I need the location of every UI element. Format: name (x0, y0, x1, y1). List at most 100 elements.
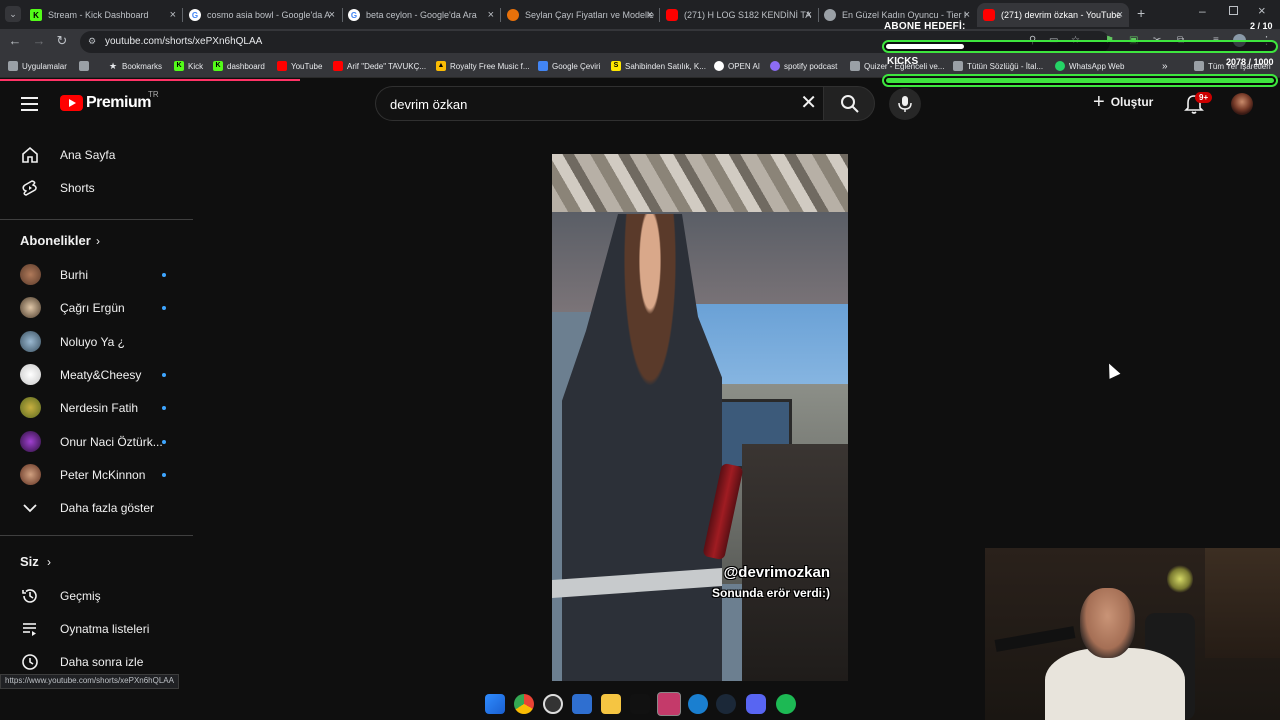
overlay-kicks-count: 2078 / 1000 (1226, 57, 1274, 67)
shorts-video-player[interactable]: @devrimozkan Sonunda erör verdi:) (552, 154, 848, 681)
openai-icon (714, 61, 724, 71)
menu-hamburger-icon[interactable] (21, 97, 38, 115)
notification-count-badge: 9+ (1195, 92, 1213, 103)
chevron-right-icon: › (96, 233, 100, 248)
app-icon[interactable] (572, 694, 592, 714)
sidebar-channel[interactable]: Burhi (0, 258, 193, 291)
close-tab-icon[interactable]: × (806, 9, 812, 21)
more-bookmarks-chevron-icon[interactable]: » (1162, 61, 1168, 72)
browser-tab[interactable]: G cosmo asia bowl - Google'da A × (189, 3, 337, 27)
bookmark-spotify-podcast[interactable]: spotify podcast (770, 61, 837, 71)
bookmark-youtube[interactable]: YouTube (277, 61, 322, 71)
bookmark-folder[interactable]: ★ Bookmarks (108, 61, 162, 71)
create-button[interactable]: + Oluştur (1093, 92, 1153, 112)
sidebar-you-heading[interactable]: Siz › (0, 545, 193, 578)
history-icon (22, 588, 37, 603)
home-icon (22, 146, 38, 163)
bookmark-whatsapp[interactable]: WhatsApp Web (1055, 61, 1124, 71)
bookmark-openai[interactable]: OPEN AI (714, 61, 760, 71)
webcam-streamer-body (1045, 648, 1185, 720)
sidebar-channel[interactable]: Nerdesin Fatih (0, 391, 193, 424)
minimize-button[interactable]: – (1199, 4, 1206, 18)
sidebar-divider (0, 219, 193, 220)
restore-button[interactable] (1229, 6, 1238, 15)
video-caption-text: Sonunda erör verdi:) (711, 586, 830, 600)
obs-icon[interactable] (543, 694, 563, 714)
youtube-play-icon (60, 95, 83, 111)
overlay-goal-progress-fill (886, 44, 964, 49)
sidebar-channel[interactable]: Noluyo Ya ¿ (0, 325, 193, 358)
terminal-icon[interactable] (657, 692, 681, 716)
sidebar-item-history[interactable]: Geçmiş (0, 579, 193, 612)
file-explorer-icon[interactable] (601, 694, 621, 714)
chrome-icon[interactable] (514, 694, 534, 714)
folder-icon (1194, 61, 1204, 71)
bookmark-sahibinden[interactable]: S Sahibinden Satılık, K... (611, 61, 706, 71)
sidebar-show-more[interactable]: Daha fazla göster (0, 491, 193, 524)
bookmark-tutun-sozlugu[interactable]: Tütün Sözlüğü - İtal... (953, 61, 1043, 71)
reload-icon[interactable]: ↻ (52, 33, 72, 49)
windows-start-icon[interactable] (485, 694, 505, 714)
new-content-dot (162, 305, 166, 310)
warning-icon: ▲ (436, 61, 446, 71)
apps-grid-icon (8, 61, 18, 71)
app-icon[interactable] (688, 694, 708, 714)
browser-tab-strip: ⌄ K Stream - Kick Dashboard × G cosmo as… (0, 0, 1280, 29)
forward-icon[interactable]: → (29, 33, 49, 48)
bookmark-dashboard[interactable]: Kdashboard (213, 61, 265, 71)
chevron-right-icon: › (47, 554, 51, 569)
kick-icon: K (213, 61, 223, 71)
search-button[interactable] (823, 86, 875, 121)
sidebar-channel[interactable]: Peter McKinnon (0, 458, 193, 491)
channel-avatar (20, 464, 41, 485)
back-icon[interactable]: ← (5, 33, 25, 48)
browser-tab-active[interactable]: (271) devrim özkan - YouTube × (977, 3, 1129, 27)
close-tab-icon[interactable]: × (488, 9, 494, 21)
close-tab-icon[interactable]: × (170, 9, 176, 21)
overlay-goal-title: ABONE HEDEFİ: (884, 21, 966, 32)
sidebar-channel[interactable]: Meaty&Cheesy (0, 358, 193, 391)
region-code: TR (148, 90, 159, 99)
site-info-icon[interactable]: ⚙ (88, 36, 96, 47)
bookmark-apps[interactable]: Uygulamalar (8, 61, 67, 71)
bookmark-google-translate[interactable]: Google Çeviri (538, 61, 600, 71)
channel-avatar (20, 331, 41, 352)
close-tab-icon[interactable]: × (964, 9, 970, 21)
browser-tab[interactable]: K Stream - Kick Dashboard × (30, 3, 178, 27)
spotify-icon[interactable] (776, 694, 796, 714)
sidebar-item-shorts[interactable]: Shorts (0, 171, 193, 204)
browser-tab[interactable]: Seylan Çayı Fiyatları ve Modelle × (507, 3, 655, 27)
search-input-value: devrim özkan (390, 97, 468, 112)
steam-icon[interactable] (716, 694, 736, 714)
bookmark-royalty-free[interactable]: ▲ Royalty Free Music f... (436, 61, 530, 71)
browser-tab[interactable]: (271) H LOG S182 KENDİNİ TA × (666, 3, 814, 27)
search-input[interactable]: devrim özkan ✕ (375, 86, 823, 121)
sidebar-channel[interactable]: Onur Naci Öztürk... (0, 425, 193, 458)
youtube-premium-logo[interactable]: Premium TR (60, 90, 159, 112)
tab-search-button[interactable]: ⌄ (5, 6, 21, 22)
close-window-button[interactable]: × (1258, 3, 1266, 18)
address-url: youtube.com/shorts/xePXn6hQLAA (105, 36, 263, 47)
voice-search-button[interactable] (889, 88, 921, 120)
sidebar-subscriptions-heading[interactable]: Abonelikler › (0, 224, 193, 257)
clear-search-icon[interactable]: ✕ (800, 92, 817, 114)
overlay-goal-progress-bar (882, 40, 1278, 53)
account-avatar[interactable] (1231, 93, 1253, 115)
sidebar-item-home[interactable]: Ana Sayfa (0, 138, 193, 171)
sidebar-item-playlists[interactable]: Oynatma listeleri (0, 612, 193, 645)
bookmark-arif-dede[interactable]: Arif "Dede" TAVUKÇ... (333, 61, 426, 71)
site-icon (850, 61, 860, 71)
new-tab-button[interactable]: + (1137, 5, 1145, 21)
close-tab-icon[interactable]: × (647, 9, 653, 21)
close-tab-icon[interactable]: × (1117, 9, 1123, 21)
google-icon: G (348, 9, 360, 21)
browser-tab[interactable]: G beta ceylon - Google'da Ara × (348, 3, 496, 27)
close-tab-icon[interactable]: × (329, 9, 335, 21)
sidebar-channel[interactable]: Çağrı Ergün (0, 291, 193, 324)
bookmark-grid[interactable] (79, 61, 93, 71)
app-icon[interactable] (630, 694, 650, 714)
webcam-background-shelf (1205, 548, 1280, 658)
youtube-sidebar: Ana Sayfa Shorts Abonelikler › Burhi Çağ… (0, 127, 195, 687)
discord-icon[interactable] (746, 694, 766, 714)
bookmark-kick[interactable]: K Kick (174, 61, 203, 71)
